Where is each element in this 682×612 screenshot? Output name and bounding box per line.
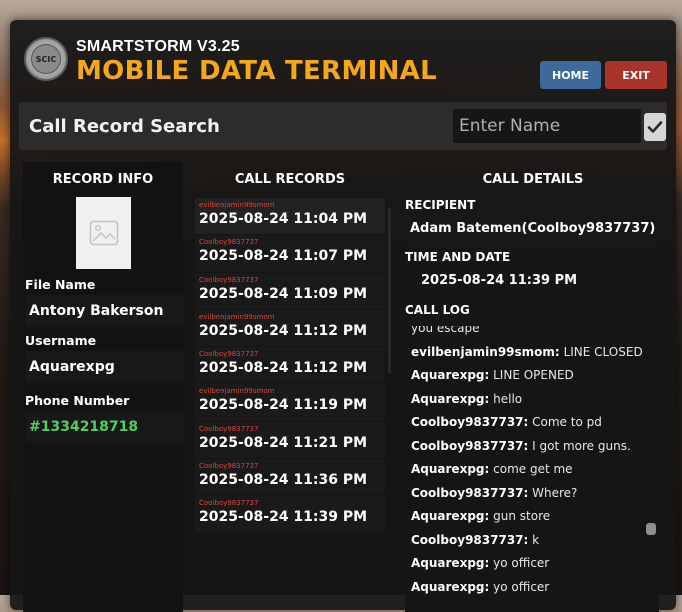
call-record-row[interactable]: Coolboy9837737 2025-08-24 11:21 PM	[195, 421, 385, 460]
log-speaker: Aquarexpg:	[411, 579, 490, 594]
record-time: 2025-08-24 11:12 PM	[199, 360, 368, 377]
call-log-label: CALL LOG	[405, 303, 470, 317]
exit-button[interactable]: EXIT	[605, 61, 667, 89]
file-name-value: Antony Bakerson	[25, 295, 183, 327]
call-record-row[interactable]: evilbenjamin99smom 2025-08-24 11:04 PM	[195, 198, 385, 236]
call-record-row[interactable]: evilbenjamin99smom 2025-08-24 11:19 PM	[195, 384, 385, 422]
home-button[interactable]: HOME	[540, 61, 601, 89]
terminal-window: SCIC SMARTSTORM V3.25 MOBILE DATA TERMIN…	[10, 20, 676, 612]
file-name-label: File Name	[25, 277, 96, 292]
call-details-heading: CALL DETAILS	[482, 172, 584, 187]
log-speaker: Aquarexpg:	[411, 368, 490, 382]
terminal-header: SCIC SMARTSTORM V3.25 MOBILE DATA TERMIN…	[10, 20, 676, 100]
log-message: LINE OPENED	[493, 368, 574, 382]
call-records-heading: CALL RECORDS	[234, 172, 346, 187]
record-caller: Coolboy9837737	[199, 275, 259, 284]
record-time: 2025-08-24 11:09 PM	[199, 285, 368, 302]
record-caller: Coolboy9837737	[199, 238, 259, 247]
record-caller: Coolboy9837737	[199, 424, 259, 433]
record-caller: Coolboy9837737	[199, 462, 259, 471]
call-records-panel: CALL RECORDS evilbenjamin99smom 2025-08-2…	[190, 162, 390, 612]
image-placeholder-icon	[76, 197, 131, 269]
call-log-entry: you escape	[411, 326, 479, 335]
call-log-entry: Aquarexpg: LINE OPENED	[411, 368, 574, 382]
call-details-panel: CALL DETAILS RECIPIENT Adam Batemen(Cool…	[400, 162, 666, 612]
call-log-entry: Aquarexpg: gun store	[411, 509, 550, 523]
record-info-heading: RECORD INFO	[52, 172, 154, 187]
log-message: you escape	[411, 326, 480, 335]
call-log-entry: Coolboy9837737: I got more guns.	[411, 439, 631, 453]
username-label: Username	[25, 333, 97, 348]
call-record-row[interactable]: Coolboy9837737 2025-08-24 11:36 PM	[195, 459, 385, 497]
checkmark-icon	[647, 121, 663, 133]
record-info-panel: RECORD INFO File Name Antony Bakerson Us…	[23, 162, 183, 612]
log-message: Come to pd	[532, 415, 602, 429]
call-log-entry: Coolboy9837737: Come to pd	[411, 415, 602, 429]
logo-text: SCIC	[31, 44, 61, 74]
call-log-entry: Aquarexpg: yo officer	[411, 580, 549, 594]
record-caller: evilbenjamin99smom	[199, 312, 275, 321]
log-message: come get me	[493, 462, 573, 476]
call-log-entry: Coolboy9837737: Where?	[411, 486, 577, 500]
call-record-row[interactable]: Coolboy9837737 2025-08-24 11:39 PM	[195, 496, 385, 534]
log-message: gun store	[493, 509, 551, 523]
record-caller: evilbenjamin99smom	[199, 201, 275, 209]
datetime-value: 2025-08-24 11:39 PM	[421, 272, 578, 288]
recipient-value: Adam Batemen(Coolboy9837737)	[405, 213, 659, 243]
record-time: 2025-08-24 11:21 PM	[199, 434, 368, 451]
call-log-entry: Coolboy9837737: k	[411, 533, 539, 547]
record-time: 2025-08-24 11:07 PM	[199, 248, 368, 265]
record-caller: Coolboy9837737	[199, 499, 259, 508]
phone-value: #1334218718	[25, 411, 183, 443]
log-speaker: Aquarexpg:	[411, 556, 490, 570]
call-log-entry: Aquarexpg: hello	[411, 392, 522, 406]
log-speaker: Coolboy9837737:	[411, 438, 529, 453]
record-time: 2025-08-24 11:04 PM	[199, 211, 368, 227]
app-title: MOBILE DATA TERMINAL	[76, 56, 437, 86]
record-time: 2025-08-24 11:36 PM	[199, 472, 368, 489]
log-message: Where?	[532, 485, 578, 500]
call-log-entry: Aquarexpg: come get me	[411, 462, 573, 476]
log-speaker: Aquarexpg:	[411, 391, 490, 406]
record-time: 2025-08-24 11:12 PM	[199, 322, 368, 339]
call-record-row[interactable]: Coolboy9837737 2025-08-24 11:09 PM	[195, 272, 385, 310]
record-caller: Coolboy9837737	[199, 350, 259, 359]
phone-label: Phone Number	[25, 393, 130, 408]
app-version: SMARTSTORM V3.25	[76, 38, 240, 55]
search-title: Call Record Search	[29, 116, 220, 137]
call-log-entry: Aquarexpg: yo officer	[411, 556, 549, 570]
log-speaker: Coolboy9837737:	[411, 485, 529, 500]
record-time: 2025-08-24 11:19 PM	[199, 397, 368, 414]
search-input[interactable]	[453, 109, 641, 143]
record-time: 2025-08-24 11:39 PM	[199, 509, 368, 526]
search-checkbox[interactable]	[644, 113, 666, 141]
call-log-entry: evilbenjamin99smom: LINE CLOSED	[411, 345, 643, 359]
call-log-scrollbar[interactable]	[646, 523, 656, 535]
call-log[interactable]: Aquarexpg: yo officer Aquarexpg: yo offic…	[405, 326, 659, 612]
log-speaker: evilbenjamin99smom:	[411, 344, 560, 359]
log-message: yo officer	[493, 556, 550, 570]
records-scrollbar[interactable]	[388, 208, 391, 373]
log-message: I got more guns.	[532, 438, 631, 453]
log-speaker: Aquarexpg:	[411, 462, 490, 476]
log-message: k	[532, 532, 540, 547]
datetime-label: TIME AND DATE	[405, 250, 511, 264]
call-record-row[interactable]: Coolboy9837737 2025-08-24 11:07 PM	[195, 235, 385, 273]
search-bar: Call Record Search	[19, 102, 667, 150]
recipient-label: RECIPIENT	[405, 198, 476, 212]
username-value: Aquarexpg	[25, 351, 183, 383]
record-caller: evilbenjamin99smom	[199, 387, 275, 396]
log-speaker: Aquarexpg:	[411, 509, 490, 523]
call-record-row[interactable]: Coolboy9837737 2025-08-24 11:12 PM	[195, 347, 385, 385]
log-message: yo officer	[493, 579, 550, 594]
log-speaker: Coolboy9837737:	[411, 415, 529, 429]
log-message: LINE CLOSED	[563, 344, 643, 359]
call-records-list: evilbenjamin99smom 2025-08-24 11:04 PM Coo…	[195, 198, 385, 534]
log-speaker: Coolboy9837737:	[411, 532, 529, 547]
agency-seal-icon: SCIC	[24, 37, 68, 81]
log-message: hello	[493, 391, 523, 406]
call-record-row[interactable]: evilbenjamin99smom 2025-08-24 11:12 PM	[195, 309, 385, 348]
